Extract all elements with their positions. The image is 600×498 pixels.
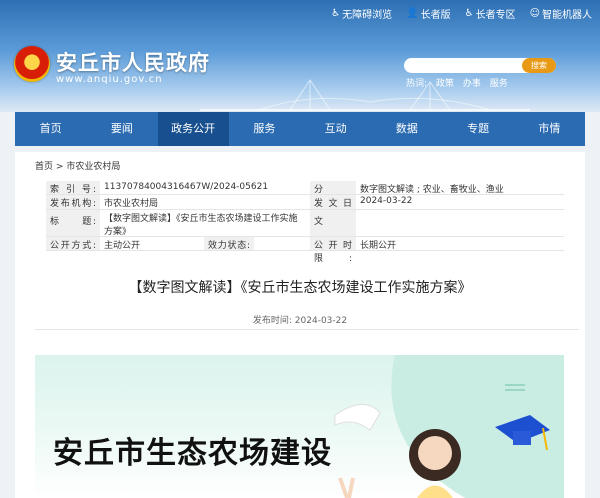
hot-word-link[interactable]: 服务 <box>490 79 508 89</box>
breadcrumb: 首页 > 市农业农村局 <box>35 159 120 172</box>
publish-time-value: 2024-03-22 <box>294 316 348 326</box>
hot-word-link[interactable]: 政策 <box>436 79 454 89</box>
nav-item-home[interactable]: 首页 <box>15 112 86 146</box>
mode-value: 主动公开 <box>104 241 141 251</box>
elder-version-link[interactable]: 👤 长者版 <box>406 6 450 21</box>
date-label: 发文日期: <box>310 195 356 222</box>
article-title: 【数字图文解读】《安丘市生态农场建设工作实施方案》 <box>128 280 472 296</box>
breadcrumb-separator: > <box>55 162 64 172</box>
nav-item-interaction[interactable]: 互动 <box>300 112 371 146</box>
search-button[interactable]: 搜索 <box>522 58 556 73</box>
banner-decoration <box>334 355 564 498</box>
index-value: 11370784004316467W/2024-05621 <box>104 182 269 192</box>
nav-item-services[interactable]: 服务 <box>229 112 300 146</box>
org-value: 市农业农村局 <box>104 199 159 209</box>
hot-words: 热词: 政策 办事 服务 <box>406 76 514 89</box>
banner-title: 安丘市生态农场建设 <box>53 436 332 471</box>
infographic-banner: 安丘市生态农场建设 <box>35 355 564 498</box>
site-header: ♿ 无障碍浏览 👤 长者版 ♿ 长者专区 ☺ 智能机器人 安丘市人民政府 www… <box>0 0 600 112</box>
accessibility-link[interactable]: ♿ 无障碍浏览 <box>331 6 392 21</box>
accessibility-icon: ♿ <box>331 8 341 19</box>
docno-label: 文 号: <box>310 210 356 249</box>
nav-item-data[interactable]: 数据 <box>371 112 442 146</box>
national-emblem-icon <box>14 46 50 82</box>
nav-item-gov-affairs[interactable]: 政务公开 <box>157 112 229 146</box>
publish-time-label: 发布时间: <box>252 316 292 326</box>
elder-zone-link[interactable]: ♿ 长者专区 <box>465 6 516 21</box>
hot-word-link[interactable]: 办事 <box>463 79 481 89</box>
date-value: 2024-03-22 <box>360 196 413 206</box>
site-url: www.anqiu.gov.cn <box>56 74 163 85</box>
elder-zone-icon: ♿ <box>464 8 474 19</box>
period-value: 长期公开 <box>360 241 397 251</box>
docno-value <box>356 210 564 236</box>
document-metadata-table: 索 引 号: 11370784004316467W/2024-05621 分 类… <box>46 181 564 264</box>
validity-label: 效力状态: <box>204 237 254 251</box>
divider <box>35 329 579 330</box>
elder-version-label: 长者版 <box>420 10 451 21</box>
org-label: 发布机构: <box>46 195 100 209</box>
title-value: 【数字图文解读】《安丘市生态农场建设工作实施方案》 <box>104 214 298 237</box>
robot-link[interactable]: ☺ 智能机器人 <box>530 6 592 21</box>
validity-value <box>254 237 310 250</box>
nav-item-city-info[interactable]: 市情 <box>514 112 585 146</box>
robot-icon: ☺ <box>529 8 540 19</box>
mode-label: 公开方式: <box>46 237 100 251</box>
category-value: 数字图文解读 ; 农业、畜牧业、渔业 <box>360 185 504 195</box>
elder-icon: 👤 <box>406 8 419 19</box>
nav-item-news[interactable]: 要闻 <box>86 112 157 146</box>
top-utility-bar: ♿ 无障碍浏览 👤 长者版 ♿ 长者专区 ☺ 智能机器人 <box>331 6 592 21</box>
breadcrumb-home[interactable]: 首页 <box>35 162 53 172</box>
accessibility-label: 无障碍浏览 <box>342 10 393 21</box>
breadcrumb-current[interactable]: 市农业农村局 <box>66 162 120 172</box>
search-box: 搜索 <box>404 58 556 78</box>
hot-words-label: 热词: <box>406 79 428 89</box>
main-nav: 首页 要闻 政务公开 服务 互动 数据 专题 市情 <box>15 112 585 146</box>
category-label: 分 类: <box>310 181 356 208</box>
elder-zone-label: 长者专区 <box>475 10 516 21</box>
robot-label: 智能机器人 <box>542 10 592 21</box>
index-label: 索 引 号: <box>46 181 100 195</box>
period-label: 公开时限: <box>310 237 356 264</box>
nav-item-topics[interactable]: 专题 <box>443 112 514 146</box>
title-label: 标 题: <box>46 210 100 236</box>
publish-time: 发布时间: 2024-03-22 <box>15 313 585 326</box>
site-title[interactable]: 安丘市人民政府 <box>56 47 210 77</box>
